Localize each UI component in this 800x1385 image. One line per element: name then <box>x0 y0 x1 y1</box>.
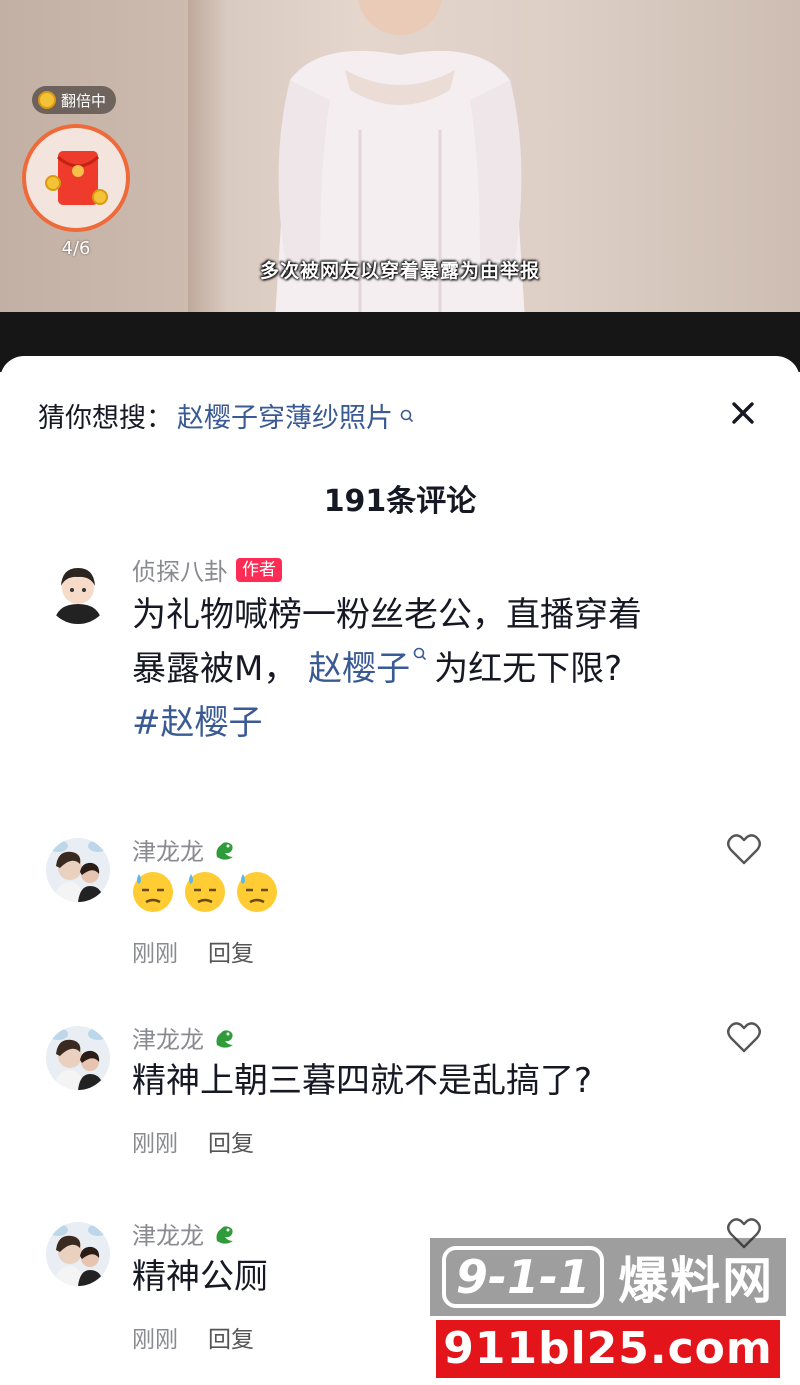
avatar[interactable] <box>46 560 110 624</box>
comment-name-row: 津龙龙 <box>132 832 238 867</box>
comment-text: 精神上朝三暮四就不是乱搞了? <box>132 1061 593 1101</box>
red-envelope-bonus-button[interactable] <box>22 124 130 232</box>
comment-meta: 刚刚 回复 <box>132 1124 254 1158</box>
bonus-status-label: 翻倍中 <box>61 91 107 110</box>
photo-avatar-icon <box>46 838 110 902</box>
comment-author-name[interactable]: 津龙龙 <box>132 1020 204 1055</box>
avatar[interactable] <box>46 838 110 902</box>
search-link-keyword[interactable]: 赵樱子 <box>308 649 410 689</box>
red-envelope-icon <box>45 151 108 205</box>
comment-name-row: 津龙龙 <box>132 1216 238 1251</box>
avatar[interactable] <box>46 1222 110 1286</box>
sweat-emoji-icon <box>133 872 173 912</box>
search-suggestion[interactable]: 猜你想搜： 赵樱子穿薄纱照片 <box>38 396 415 435</box>
coin-icon <box>38 91 56 109</box>
photo-avatar-icon <box>46 1026 110 1090</box>
heart-like-icon[interactable] <box>726 832 762 866</box>
comment-author-name[interactable]: 侦探八卦 <box>132 552 228 587</box>
author-post-text-part: 为红无下限? <box>434 649 623 689</box>
author-post-text-part: 暴露被M， <box>132 649 298 689</box>
author-name-row: 侦探八卦 作者 <box>132 552 282 587</box>
comment-meta: 刚刚 回复 <box>132 1320 254 1354</box>
watermark-url: 911bl25.com <box>436 1320 780 1378</box>
comment-time: 刚刚 <box>132 1327 178 1353</box>
author-post-line-1: 为礼物喊榜一粉丝老公，直播穿着 <box>132 595 642 635</box>
watermark-logo: 9-1-1 爆料网 <box>430 1238 786 1316</box>
sweat-emoji-icon <box>237 872 277 912</box>
comment-count-title: 191条评论 <box>323 484 477 519</box>
watermark-logo-text: 爆料网 <box>618 1252 775 1310</box>
emoji-comment <box>130 868 280 914</box>
comment-sheet: 猜你想搜： 赵樱子穿薄纱照片 191条评论 侦探八卦 作者 为礼物喊榜一粉丝老公 <box>0 356 800 1385</box>
photo-avatar-icon <box>46 1222 110 1286</box>
comment-meta: 刚刚 回复 <box>132 934 254 968</box>
dragon-level-icon <box>216 1029 233 1048</box>
reply-button[interactable]: 回复 <box>208 934 254 968</box>
search-icon <box>413 647 427 661</box>
comment-time: 刚刚 <box>132 1131 178 1157</box>
reply-button[interactable]: 回复 <box>208 1320 254 1354</box>
reply-button[interactable]: 回复 <box>208 1124 254 1158</box>
watermark-logo-number: 9-1-1 <box>441 1246 605 1308</box>
author-badge: 作者 <box>236 557 282 582</box>
author-post-line-2: 暴露被M， 赵樱子 为红无下限? <box>132 642 752 696</box>
avatar[interactable] <box>46 1026 110 1090</box>
search-icon <box>400 409 414 422</box>
comment-author-name[interactable]: 津龙龙 <box>132 832 204 867</box>
comment-name-row: 津龙龙 <box>132 1020 238 1055</box>
bonus-status-badge[interactable]: 翻倍中 <box>32 86 117 114</box>
video-player[interactable]: 多次被网友以穿着暴露为由举报 翻倍中 4/6 <box>0 0 800 312</box>
search-suggestion-label: 猜你想搜： <box>38 403 173 434</box>
cartoon-avatar-icon <box>46 560 110 624</box>
bonus-progress-counter: 4/6 <box>61 238 91 259</box>
comment-author-name[interactable]: 津龙龙 <box>132 1216 204 1251</box>
sweat-emoji-icon <box>185 872 225 912</box>
close-icon[interactable] <box>726 396 760 430</box>
dragon-level-icon <box>216 841 233 860</box>
video-caption: 多次被网友以穿着暴露为由举报 <box>259 260 540 282</box>
comment-time: 刚刚 <box>132 941 178 967</box>
search-suggestion-keyword[interactable]: 赵樱子穿薄纱照片 <box>177 396 393 435</box>
dragon-level-icon <box>216 1225 233 1244</box>
author-post-text: 为礼物喊榜一粉丝老公，直播穿着 暴露被M， 赵樱子 为红无下限? #赵樱子 <box>132 588 752 750</box>
heart-like-icon[interactable] <box>726 1020 762 1054</box>
hashtag-link[interactable]: #赵樱子 <box>132 696 752 750</box>
